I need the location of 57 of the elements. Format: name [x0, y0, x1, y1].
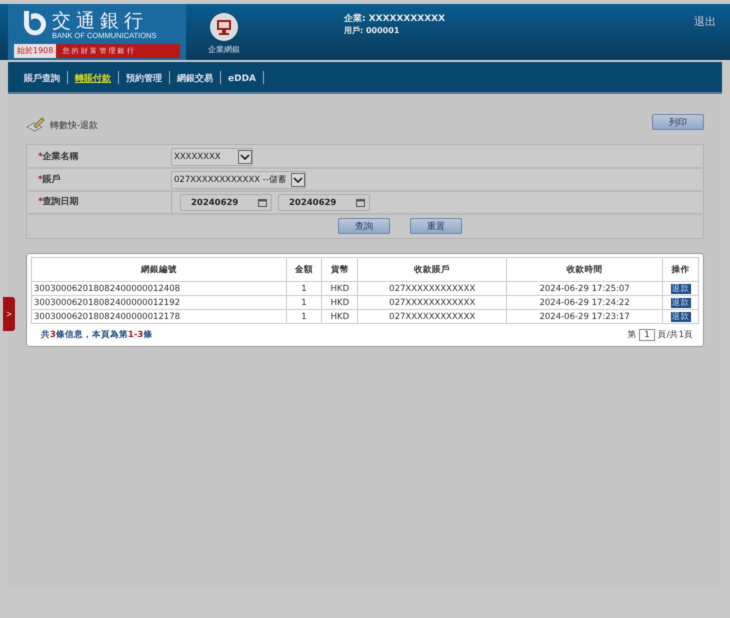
- nav-tab[interactable]: 預約管理: [126, 74, 162, 84]
- side-panel-toggle[interactable]: >: [3, 297, 15, 331]
- pager-text: 頁/共1頁: [658, 329, 693, 341]
- monitor-icon[interactable]: [209, 12, 239, 42]
- nav-tab[interactable]: 網銀交易: [177, 74, 213, 84]
- refund-link[interactable]: 退款: [670, 284, 691, 294]
- column-header: 貨幣: [322, 258, 358, 282]
- nav-tab[interactable]: eDDA: [228, 74, 256, 84]
- pencil-icon: [26, 116, 46, 132]
- query-button[interactable]: 查詢: [338, 218, 390, 234]
- page-number-field[interactable]: 1: [639, 329, 655, 341]
- date-field[interactable]: 20240629: [180, 194, 272, 211]
- dropdown-icon: [238, 150, 252, 164]
- record-summary: 共3條信息，本頁為第1-3條: [41, 329, 152, 341]
- table-cell: 027XXXXXXXXXXXX: [358, 310, 507, 324]
- column-header: 收款時間: [506, 258, 663, 282]
- user-info: 用戶: 000001: [344, 25, 400, 36]
- form-label: *企業名稱: [37, 150, 80, 163]
- logout-link[interactable]: 退出: [694, 14, 716, 29]
- form-label: *查詢日期: [28, 192, 172, 213]
- calendar-icon: [356, 198, 365, 206]
- column-header: 金額: [286, 258, 322, 282]
- table-cell: 1: [286, 310, 322, 324]
- reset-button[interactable]: 重置: [410, 218, 462, 234]
- table-cell: 2024-06-29 17:24:22: [506, 296, 663, 310]
- table-cell: 1: [286, 282, 322, 296]
- form-label: *賬戶: [37, 174, 62, 186]
- account-select[interactable]: 027XXXXXXXXXXXX --儲蓄: [171, 170, 306, 188]
- calendar-icon: [258, 198, 267, 206]
- column-header: 收款賬戶: [358, 258, 507, 282]
- table-cell: 027XXXXXXXXXXXX: [358, 282, 507, 296]
- dropdown-icon: [290, 172, 305, 186]
- table-cell: 300300062018082400000012178: [32, 310, 286, 324]
- table-cell: 1: [286, 296, 322, 310]
- company-select[interactable]: XXXXXXXX: [171, 148, 253, 166]
- table-cell: HKD: [322, 310, 358, 324]
- pager-text: 第: [627, 329, 636, 341]
- refund-link[interactable]: 退款: [670, 312, 691, 322]
- table-cell: 300300062018082400000012408: [32, 282, 286, 296]
- column-header: 網銀編號: [32, 258, 286, 282]
- table-cell: 2024-06-29 17:23:17: [506, 310, 663, 324]
- table-cell: 300300062018082400000012192: [32, 296, 286, 310]
- table-cell: 027XXXXXXXXXXXX: [358, 296, 507, 310]
- table-cell: 2024-06-29 17:25:07: [506, 282, 663, 296]
- nav-tab[interactable]: 轉賬付款: [75, 74, 111, 84]
- refund-link[interactable]: 退款: [670, 298, 691, 308]
- table-cell: HKD: [322, 296, 358, 310]
- bank-name: 交通銀行: [52, 10, 149, 30]
- column-header: 操作: [662, 258, 698, 282]
- nav-tab[interactable]: 賬戶查詢: [24, 74, 60, 84]
- table-cell: HKD: [322, 282, 358, 296]
- portal-label: 企業網銀: [208, 44, 240, 55]
- print-button[interactable]: 列印: [652, 114, 704, 130]
- page-title: 轉數快-退款: [50, 120, 98, 132]
- company-info: 企業: XXXXXXXXXXX: [344, 14, 446, 25]
- since-badge: 始於1908: [14, 44, 56, 58]
- date-field[interactable]: 20240629: [278, 194, 370, 211]
